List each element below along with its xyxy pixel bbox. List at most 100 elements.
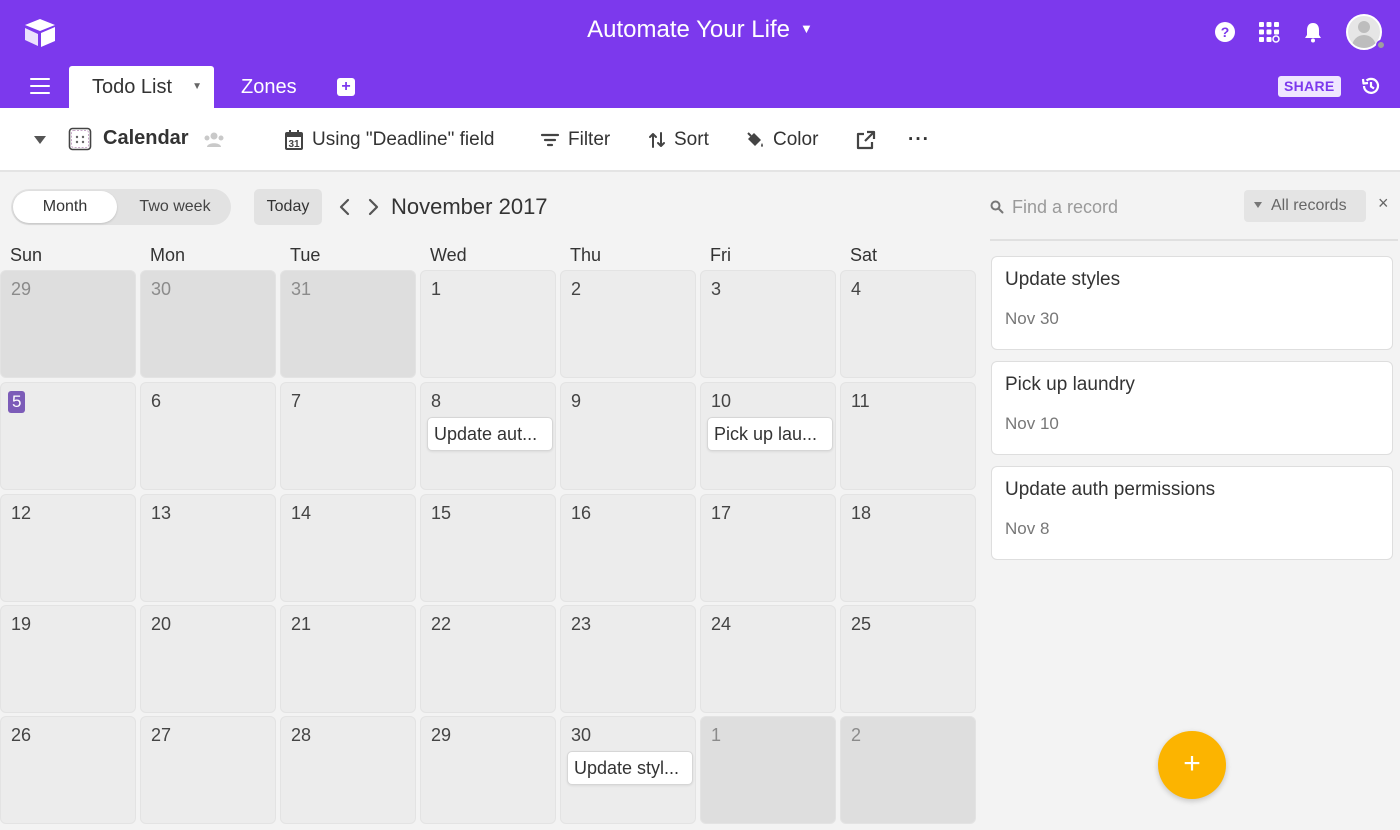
day-cell[interactable]: 26 (0, 716, 136, 824)
chevron-right-icon[interactable] (365, 196, 381, 218)
day-cell[interactable]: 29 (420, 716, 556, 824)
day-cell[interactable]: 29 (0, 270, 136, 378)
history-icon[interactable] (1360, 75, 1382, 97)
day-number: 4 (851, 279, 862, 299)
day-number: 18 (851, 503, 872, 523)
filter-icon (540, 133, 560, 147)
day-number: 13 (151, 503, 172, 523)
sort-label: Sort (674, 129, 709, 150)
day-cell[interactable]: 28 (280, 716, 416, 824)
day-cell[interactable]: 17 (700, 494, 836, 602)
day-number: 16 (571, 503, 592, 523)
dow-thu: Thu (570, 245, 602, 265)
day-cell[interactable]: 24 (700, 605, 836, 713)
day-cell[interactable]: 6 (140, 382, 276, 490)
status-dot (1376, 40, 1386, 50)
record-title: Update styles (1005, 269, 1121, 290)
day-cell[interactable]: 11 (840, 382, 976, 490)
day-cell[interactable]: 2 (560, 270, 696, 378)
day-cell[interactable]: 20 (140, 605, 276, 713)
day-cell[interactable]: 21 (280, 605, 416, 713)
collaborators-icon[interactable] (202, 130, 226, 150)
dow-wed: Wed (430, 245, 467, 265)
chevron-down-icon[interactable]: ▼ (192, 81, 202, 92)
close-icon[interactable]: × (1378, 194, 1394, 212)
day-cell[interactable]: 31 (280, 270, 416, 378)
day-cell[interactable]: 30 Update styl... (560, 716, 696, 824)
day-cell[interactable]: 10 Pick up lau... (700, 382, 836, 490)
day-cell[interactable]: 18 (840, 494, 976, 602)
color-label: Color (773, 129, 819, 150)
day-cell[interactable]: 1 (420, 270, 556, 378)
day-number: 14 (291, 503, 312, 523)
apps-grid-icon[interactable] (1258, 21, 1280, 43)
day-cell[interactable]: 13 (140, 494, 276, 602)
record-card[interactable]: Pick up laundry Nov 10 (991, 361, 1393, 455)
table-tabs-bar: Todo List ▼ Zones + SHARE (0, 64, 1400, 108)
calendar-event[interactable]: Update aut... (427, 417, 553, 451)
tab-zones[interactable]: Zones (241, 76, 297, 99)
record-date: Nov 8 (1005, 519, 1050, 538)
color-button[interactable]: Color (745, 128, 818, 152)
day-cell[interactable]: 30 (140, 270, 276, 378)
day-cell[interactable]: 2 (840, 716, 976, 824)
share-view-icon[interactable] (856, 130, 876, 150)
calendar-mode-toggle: Month Two week (11, 189, 231, 225)
tab-todo-list[interactable]: Todo List ▼ (69, 66, 214, 108)
top-header: Automate Your Life ▼ ? (0, 0, 1400, 64)
view-name[interactable]: Calendar (103, 127, 189, 150)
day-cell[interactable]: 14 (280, 494, 416, 602)
day-number: 26 (11, 725, 32, 745)
help-icon[interactable]: ? (1214, 21, 1236, 43)
more-options-icon[interactable]: ··· (908, 128, 930, 152)
menu-icon[interactable] (30, 78, 50, 94)
chevron-left-icon[interactable] (337, 196, 353, 218)
search-input[interactable]: Find a record (1012, 197, 1118, 218)
day-cell[interactable]: 23 (560, 605, 696, 713)
record-card[interactable]: Update styles Nov 30 (991, 256, 1393, 350)
share-button[interactable]: SHARE (1278, 76, 1341, 97)
day-cell[interactable]: 12 (0, 494, 136, 602)
day-cell[interactable]: 22 (420, 605, 556, 713)
day-cell[interactable]: 27 (140, 716, 276, 824)
calendar-31-icon: 31 (285, 130, 303, 150)
tab-label: Todo List (92, 76, 173, 98)
day-cell[interactable]: 16 (560, 494, 696, 602)
bell-icon[interactable] (1302, 21, 1324, 43)
day-cell[interactable]: 15 (420, 494, 556, 602)
mode-month-button[interactable]: Month (13, 191, 117, 223)
calendar-event[interactable]: Update styl... (567, 751, 693, 785)
base-title[interactable]: Automate Your Life ▼ (0, 16, 1400, 44)
chevron-down-icon: ▼ (799, 21, 813, 36)
day-number: 10 (711, 391, 732, 411)
day-number: 27 (151, 725, 172, 745)
record-card[interactable]: Update auth permissions Nov 8 (991, 466, 1393, 560)
records-filter-dropdown[interactable]: All records (1244, 190, 1366, 222)
day-cell[interactable]: 1 (700, 716, 836, 824)
day-cell[interactable]: 9 (560, 382, 696, 490)
month-title: November 2017 (391, 194, 548, 219)
day-cell[interactable]: 5 (0, 382, 136, 490)
date-field-button[interactable]: 31 Using "Deadline" field (284, 128, 494, 152)
sort-button[interactable]: Sort (648, 128, 709, 152)
calendar-event[interactable]: Pick up lau... (707, 417, 833, 451)
day-cell[interactable]: 7 (280, 382, 416, 490)
date-field-label: Using "Deadline" field (312, 129, 495, 150)
day-cell[interactable]: 8 Update aut... (420, 382, 556, 490)
add-table-icon[interactable]: + (337, 78, 355, 96)
day-cell[interactable]: 25 (840, 605, 976, 713)
add-record-button[interactable]: + (1158, 731, 1226, 799)
day-cell[interactable]: 3 (700, 270, 836, 378)
day-cell[interactable]: 19 (0, 605, 136, 713)
day-number: 30 (151, 279, 172, 299)
find-record-search[interactable]: Find a record (990, 194, 1230, 220)
day-number: 17 (711, 503, 732, 523)
day-cell[interactable]: 4 (840, 270, 976, 378)
mode-two-week-button[interactable]: Two week (119, 191, 231, 223)
search-icon (990, 200, 1004, 214)
day-number: 8 (431, 391, 442, 411)
dow-tue: Tue (290, 245, 321, 265)
filter-button[interactable]: Filter (540, 128, 610, 152)
views-toggle-icon[interactable] (34, 136, 46, 144)
today-button[interactable]: Today (254, 189, 322, 225)
